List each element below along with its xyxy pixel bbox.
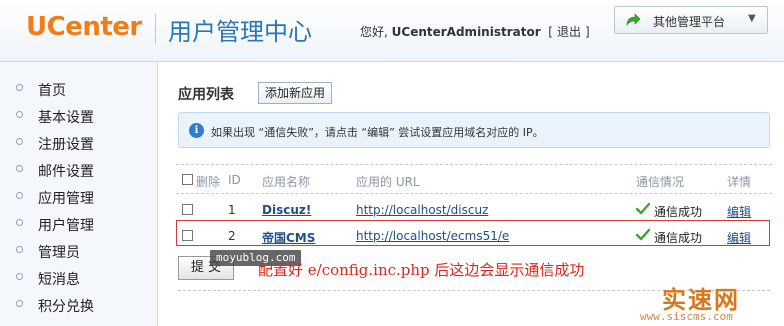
add-app-button[interactable]: 添加新应用 (258, 82, 333, 104)
redirect-arrow-icon (626, 13, 641, 26)
info-tip: i 如果出现 “通信失败”，请点击 “编辑” 尝试设置应用域名对应的 IP。 (178, 112, 770, 148)
sidebar-item-mail-settings[interactable]: 邮件设置 (0, 157, 158, 183)
bullet-icon (16, 300, 23, 307)
col-status: 通信情况 (636, 175, 685, 189)
status-text: 通信成功 (654, 205, 703, 219)
select-all-checkbox[interactable] (182, 174, 193, 185)
success-check-icon (636, 202, 650, 215)
col-url: 应用的 URL (356, 175, 420, 189)
bullet-icon (16, 138, 23, 145)
sidebar-item-label: 管理员 (38, 245, 80, 261)
row-id: 1 (228, 203, 236, 217)
header: UCenter 用户管理中心 您好, UCenterAdministrator … (0, 0, 784, 62)
sidebar-item-label: 注册设置 (38, 137, 94, 153)
sidebar-item-label: 短消息 (38, 272, 80, 288)
sidebar-item-label: 基本设置 (38, 110, 94, 126)
bullet-icon (16, 84, 23, 91)
chevron-down-icon: ▼ (748, 13, 756, 24)
sidebar-item-register-settings[interactable]: 注册设置 (0, 130, 158, 156)
annotation-text: 配置好 e/config.inc.php 后这边会显示通信成功 (258, 261, 585, 279)
user-greeting: 您好, UCenterAdministrator [ 退出] (360, 23, 590, 40)
col-id: ID (228, 173, 241, 187)
sidebar-item-label: 用户管理 (38, 218, 94, 234)
bullet-icon (16, 246, 23, 253)
sidebar-item-basic-settings[interactable]: 基本设置 (0, 103, 158, 129)
sidebar-item-admins[interactable]: 管理员 (0, 238, 158, 264)
bracket-close: ] (584, 25, 590, 39)
header-divider (155, 14, 156, 44)
bullet-icon (16, 165, 23, 172)
sidebar-item-label: 积分兑换 (38, 299, 94, 315)
highlight-annotation-box (176, 220, 770, 246)
username: UCenterAdministrator (391, 25, 541, 39)
app-name-link[interactable]: Discuz! (262, 203, 311, 217)
ucenter-logo[interactable]: UCenter (26, 12, 142, 42)
row-delete-checkbox[interactable] (182, 204, 193, 215)
sidebar-item-messages[interactable]: 短消息 (0, 265, 158, 291)
sidebar-item-credit-exchange[interactable]: 积分兑换 (0, 292, 158, 318)
page-title: 应用列表 (178, 87, 234, 103)
col-name: 应用名称 (262, 175, 311, 189)
sidebar-item-label: 邮件设置 (38, 164, 94, 180)
logout-link[interactable]: 退出 (557, 25, 581, 39)
col-delete: 删除 (196, 175, 221, 189)
sidebar: 首页 基本设置 注册设置 邮件设置 应用管理 用户管理 管理员 短消息 积分兑换 (0, 62, 158, 326)
sidebar-item-home[interactable]: 首页 (0, 76, 158, 102)
sidebar-item-label: 首页 (38, 83, 66, 99)
app-url-link[interactable]: http://localhost/discuz (356, 203, 488, 217)
platform-label: 其他管理平台 (653, 15, 726, 29)
bullet-icon (16, 111, 23, 118)
sidebar-item-user-management[interactable]: 用户管理 (0, 211, 158, 237)
info-icon: i (189, 123, 204, 138)
site-title: 用户管理中心 (168, 18, 312, 46)
tip-text: 如果出现 “通信失败”，请点击 “编辑” 尝试设置应用域名对应的 IP。 (211, 126, 544, 139)
site-watermark: 实速网 www.siscms.com (628, 276, 784, 326)
bullet-icon (16, 219, 23, 226)
greeting-prefix: 您好, (360, 25, 388, 39)
edit-link[interactable]: 编辑 (727, 203, 751, 220)
bullet-icon (16, 273, 23, 280)
sidebar-item-app-management[interactable]: 应用管理 (0, 184, 158, 210)
sidebar-item-label: 应用管理 (38, 191, 94, 207)
other-platforms-dropdown[interactable]: 其他管理平台 ▼ (614, 6, 768, 34)
col-detail: 详情 (727, 175, 752, 189)
table-header: 删除 ID 应用名称 应用的 URL 通信情况 详情 (176, 164, 772, 194)
bullet-icon (16, 192, 23, 199)
bracket-open: [ (544, 25, 553, 39)
watermark-url: www.siscms.com (640, 310, 733, 323)
